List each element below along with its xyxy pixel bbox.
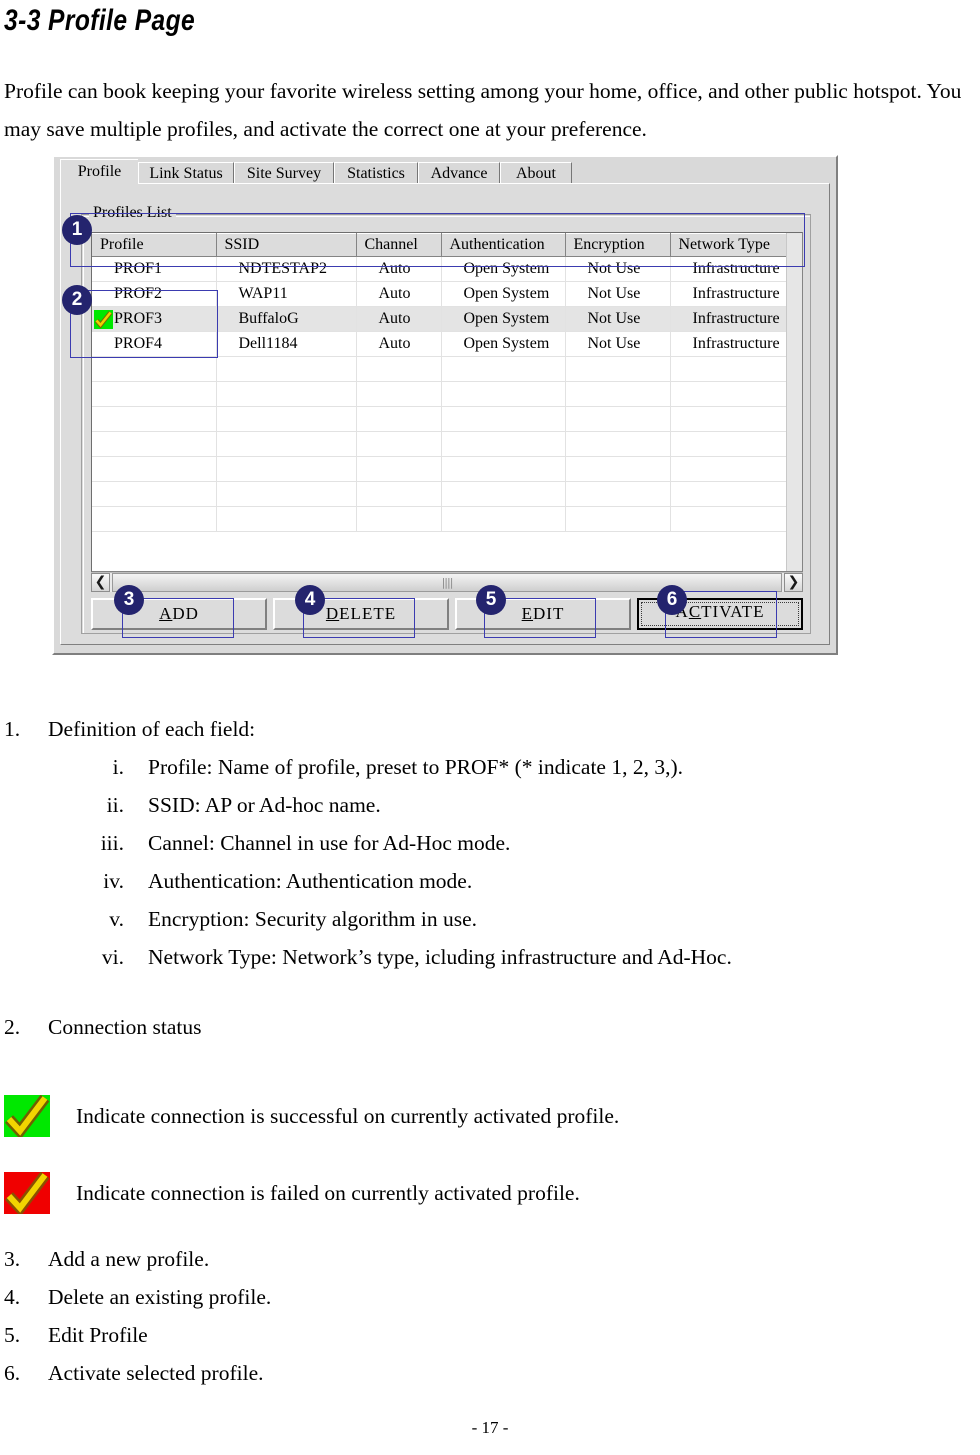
callout-1: 1	[62, 215, 92, 245]
list-item: 6. Activate selected profile.	[4, 1354, 271, 1392]
list-number: 1.	[4, 717, 21, 741]
cell-ssid: BuffaloG	[216, 306, 357, 332]
list-text: Profile: Name of profile, preset to PROF…	[148, 755, 684, 779]
callout-3: 3	[114, 585, 144, 615]
cell-encryption: Not Use	[565, 281, 671, 307]
notes-section-1: 1. Definition of each field: i. Profile:…	[4, 710, 732, 976]
tab-profile[interactable]: Profile	[60, 159, 138, 186]
cell-encryption: Not Use	[565, 306, 671, 332]
green-check-icon	[4, 1095, 50, 1137]
list-number: 5.	[4, 1323, 21, 1347]
annotation-box-header-row	[70, 213, 805, 267]
cell-ssid: WAP11	[216, 281, 357, 307]
page-footer: - 17 -	[471, 1418, 509, 1437]
field-definitions: i. Profile: Name of profile, preset to P…	[4, 748, 732, 976]
cell-network-type: Infrastructure	[670, 331, 802, 357]
notes-section-2: 2. Connection status	[4, 1008, 201, 1046]
cell-authentication: Open System	[441, 331, 566, 357]
list-item: v. Encryption: Security algorithm in use…	[4, 900, 732, 938]
table-row-empty[interactable]	[92, 406, 802, 432]
list-text: Authentication: Authentication mode.	[148, 869, 473, 893]
list-item: iii. Cannel: Channel in use for Ad-Hoc m…	[4, 824, 732, 862]
list-item: 4. Delete an existing profile.	[4, 1278, 271, 1316]
list-item: 2. Connection status	[4, 1008, 201, 1046]
list-item: i. Profile: Name of profile, preset to P…	[4, 748, 732, 786]
cell-network-type: Infrastructure	[670, 281, 802, 307]
list-text: Activate selected profile.	[48, 1361, 264, 1385]
list-item: 1. Definition of each field:	[4, 710, 732, 748]
status-legend-text: Indicate connection is successful on cur…	[76, 1104, 620, 1128]
tab-site-survey[interactable]: Site Survey	[234, 162, 334, 185]
list-text: SSID: AP or Ad-hoc name.	[148, 793, 381, 817]
intro-paragraph: Profile can book keeping your favorite w…	[4, 79, 962, 141]
table-row-empty[interactable]	[92, 356, 802, 382]
list-number: 2.	[4, 1015, 21, 1039]
list-marker: v.	[109, 907, 124, 931]
list-marker: iv.	[103, 869, 124, 893]
list-text: Delete an existing profile.	[48, 1285, 272, 1309]
list-item: ii. SSID: AP or Ad-hoc name.	[4, 786, 732, 824]
list-text: Add a new profile.	[48, 1247, 210, 1271]
horizontal-scrollbar[interactable]: ❮ |||| ❯	[91, 572, 803, 592]
list-text: Network Type: Network’s type, icluding i…	[148, 945, 732, 969]
list-number: 6.	[4, 1361, 21, 1385]
page-title: 3-3 Profile Page	[4, 4, 196, 37]
list-item: iv. Authentication: Authentication mode.	[4, 862, 732, 900]
list-item: 3. Add a new profile.	[4, 1240, 271, 1278]
tab-advance[interactable]: Advance	[418, 162, 500, 185]
red-check-icon	[4, 1172, 50, 1214]
cell-authentication: Open System	[441, 281, 566, 307]
scroll-left-arrow-icon[interactable]: ❮	[91, 573, 110, 592]
list-marker: ii.	[106, 793, 124, 817]
tab-about[interactable]: About	[500, 162, 572, 185]
table-row-empty[interactable]	[92, 456, 802, 482]
callout-5: 5	[476, 585, 506, 615]
list-item: 5. Edit Profile	[4, 1316, 271, 1354]
cell-encryption: Not Use	[565, 331, 671, 357]
profiles-table[interactable]: Profile SSID Channel Authentication Encr…	[91, 232, 803, 572]
list-text: Definition of each field:	[48, 717, 256, 741]
callout-4: 4	[295, 585, 325, 615]
list-item: vi. Network Type: Network’s type, icludi…	[4, 938, 732, 976]
table-row-empty[interactable]	[92, 381, 802, 407]
list-text: Encryption: Security algorithm in use.	[148, 907, 478, 931]
scroll-right-arrow-icon[interactable]: ❯	[784, 573, 803, 592]
table-row-empty[interactable]	[92, 506, 802, 532]
vertical-scrollbar-track[interactable]	[786, 233, 802, 571]
tab-strip: Profile Link Status Site Survey Statisti…	[60, 159, 830, 186]
tab-link-status[interactable]: Link Status	[138, 162, 234, 185]
profiles-grid: Profile SSID Channel Authentication Encr…	[92, 233, 802, 532]
cell-ssid: Dell1184	[216, 331, 357, 357]
cell-network-type: Infrastructure	[670, 306, 802, 332]
notes-section-actions: 3. Add a new profile. 4. Delete an exist…	[4, 1240, 271, 1392]
cell-authentication: Open System	[441, 306, 566, 332]
cell-channel: Auto	[356, 331, 442, 357]
cell-channel: Auto	[356, 306, 442, 332]
callout-6: 6	[657, 585, 687, 615]
callout-2: 2	[62, 285, 92, 315]
list-number: 3.	[4, 1247, 21, 1271]
table-row-empty[interactable]	[92, 431, 802, 457]
list-text: Cannel: Channel in use for Ad-Hoc mode.	[148, 831, 511, 855]
annotation-box-rows	[70, 290, 218, 358]
tab-statistics[interactable]: Statistics	[334, 162, 418, 185]
list-marker: i.	[112, 755, 124, 779]
table-row-empty[interactable]	[92, 481, 802, 507]
cell-channel: Auto	[356, 281, 442, 307]
list-marker: vi.	[101, 945, 124, 969]
list-marker: iii.	[100, 831, 124, 855]
list-text: Edit Profile	[48, 1323, 148, 1347]
list-text: Connection status	[48, 1015, 202, 1039]
status-legend-text: Indicate connection is failed on current…	[76, 1181, 580, 1205]
list-number: 4.	[4, 1285, 21, 1309]
